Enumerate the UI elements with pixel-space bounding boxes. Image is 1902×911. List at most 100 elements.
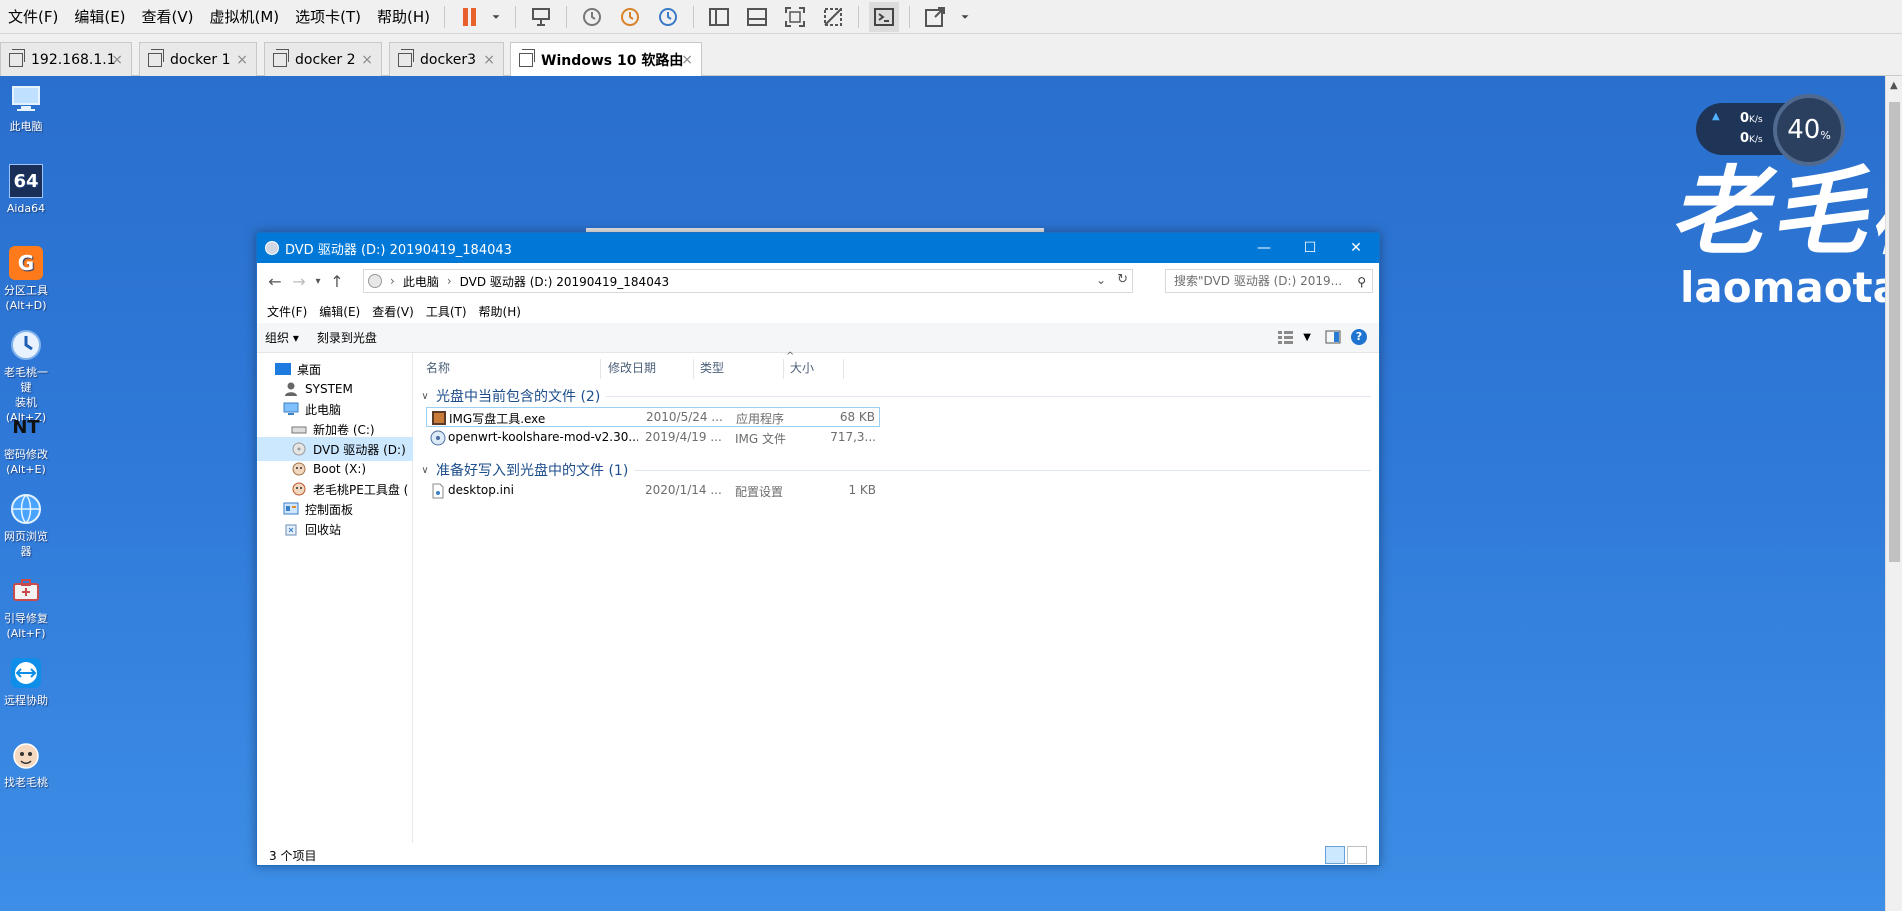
address-bar[interactable]: › 此电脑 › DVD 驱动器 (D:) 20190419_184043 ⌄ ↻ <box>363 269 1133 293</box>
column-name[interactable]: 名称 <box>422 359 601 379</box>
vertical-scrollbar[interactable]: ▲ <box>1885 76 1902 911</box>
menu-tools[interactable]: 工具(T) <box>420 303 473 320</box>
organize-button[interactable]: 组织 ▾ <box>265 329 299 346</box>
column-type[interactable]: 类型 <box>696 359 784 379</box>
nav-label: 此电脑 <box>305 402 342 417</box>
command-bar: 组织 ▾ 刻录到光盘 ▼ ? <box>257 323 1379 353</box>
large-icons-view-button[interactable] <box>1347 846 1367 864</box>
chevron-down-icon[interactable]: ▼ <box>1303 332 1311 343</box>
menu-tabs[interactable]: 选项卡(T) <box>287 0 369 34</box>
menu-edit[interactable]: 编辑(E) <box>66 0 133 34</box>
collapse-chevron-icon[interactable]: ∨ <box>418 465 432 476</box>
aida64-glyph: 64 <box>13 170 39 192</box>
menu-file[interactable]: 文件(F) <box>0 0 66 34</box>
group-header-current-files[interactable]: ∨ 光盘中当前包含的文件 (2) <box>414 385 1379 407</box>
tab-label: docker 1 <box>170 51 231 68</box>
fullscreen-icon[interactable] <box>780 2 810 32</box>
group-header-pending-files[interactable]: ∨ 准备好写入到光盘中的文件 (1) <box>414 459 1379 481</box>
view-options-icon[interactable] <box>1277 330 1295 344</box>
desktop-icon-aida64[interactable]: 64 Aida64 <box>0 164 52 216</box>
tab-docker3[interactable]: docker3 × <box>389 42 504 76</box>
thumbnail-bar-icon[interactable] <box>742 2 772 32</box>
breadcrumb-dvd-drive[interactable]: DVD 驱动器 (D:) 20190419_184043 <box>460 273 669 290</box>
close-icon[interactable]: × <box>361 52 373 68</box>
collapse-chevron-icon[interactable]: ∨ <box>418 391 432 402</box>
close-icon[interactable]: × <box>483 52 495 68</box>
close-icon[interactable]: × <box>681 52 693 68</box>
chevron-down-icon[interactable] <box>958 2 972 32</box>
close-icon[interactable]: × <box>111 52 123 68</box>
scroll-up-icon[interactable]: ▲ <box>1890 80 1898 91</box>
tab-windows-10[interactable]: Windows 10 软路由 × <box>510 42 702 76</box>
laomaotao-logo: 老毛桃 laomaotao. <box>1670 162 1885 314</box>
close-button[interactable]: ✕ <box>1333 233 1379 263</box>
preview-pane-icon[interactable] <box>1325 330 1341 344</box>
console-icon[interactable] <box>869 1 900 32</box>
this-pc-icon <box>283 402 299 416</box>
up-arrow-icon[interactable]: ↑ <box>325 272 349 291</box>
menu-help[interactable]: 帮助(H) <box>369 0 438 34</box>
vm-icon <box>519 48 535 67</box>
file-row-openwrt-img[interactable]: openwrt-koolshare-mod-v2.30... 2019/4/19… <box>426 428 880 448</box>
menu-view[interactable]: 查看(V) <box>134 0 202 34</box>
tab-docker-1[interactable]: docker 1 × <box>139 42 257 76</box>
desktop-icon-this-pc[interactable]: 此电脑 <box>0 82 52 134</box>
desktop-icon-password-reset[interactable]: NT 密码修改 (Alt+E) <box>0 410 52 477</box>
revert-snapshot-icon[interactable] <box>615 2 645 32</box>
desktop-icon-boot-repair[interactable]: 引导修复 (Alt+F) <box>0 574 52 641</box>
menu-edit[interactable]: 编辑(E) <box>313 303 366 320</box>
menu-vm[interactable]: 虚拟机(M) <box>202 0 288 34</box>
search-placeholder: 搜索"DVD 驱动器 (D:) 2019... <box>1174 274 1343 288</box>
refresh-icon[interactable]: ↻ <box>1117 272 1128 287</box>
title-bar[interactable]: DVD 驱动器 (D:) 20190419_184043 — ☐ ✕ <box>257 233 1379 263</box>
back-arrow-icon[interactable]: ← <box>263 272 287 291</box>
tab-label: docker 2 <box>295 51 356 68</box>
burn-to-disc-button[interactable]: 刻录到光盘 <box>317 329 377 346</box>
address-dropdown-icon[interactable]: ⌄ <box>1096 273 1106 287</box>
close-icon[interactable]: × <box>236 52 248 68</box>
file-row-desktop-ini[interactable]: desktop.ini 2020/1/14 ... 配置设置 1 KB <box>426 481 880 501</box>
menu-view[interactable]: 查看(V) <box>366 303 420 320</box>
breadcrumb-this-pc[interactable]: 此电脑 <box>403 273 439 290</box>
desktop-icon-label: 引导修复 (Alt+F) <box>4 612 48 640</box>
forward-arrow-icon[interactable]: → <box>287 272 311 291</box>
cpu-usage-gauge[interactable]: 40% <box>1773 94 1845 166</box>
nav-label: 回收站 <box>305 522 342 537</box>
password-reset-icon: NT <box>9 410 43 444</box>
chevron-down-icon[interactable] <box>489 2 503 32</box>
nav-label: 老毛桃PE工具盘 ( <box>313 482 409 497</box>
scrollbar-thumb[interactable] <box>1889 102 1900 562</box>
pause-icon[interactable] <box>455 2 485 32</box>
tab-192-168-1-1[interactable]: 192.168.1.1 × <box>0 42 132 76</box>
snapshot-manager-icon[interactable] <box>653 2 683 32</box>
search-input[interactable]: 搜索"DVD 驱动器 (D:) 2019... ⚲ <box>1165 269 1373 293</box>
file-row-img-tool[interactable]: IMG写盘工具.exe 2010/5/24 ... 应用程序 68 KB <box>426 407 880 427</box>
menu-help[interactable]: 帮助(H) <box>473 303 527 320</box>
address-row: ← → ▾ ↑ › 此电脑 › DVD 驱动器 (D:) 20190419_18… <box>257 263 1379 299</box>
snapshot-icon[interactable] <box>577 2 607 32</box>
file-name: IMG写盘工具.exe <box>449 412 546 426</box>
recent-locations-chevron-icon[interactable]: ▾ <box>311 276 325 287</box>
user-folder-icon <box>283 382 299 396</box>
tab-docker-2[interactable]: docker 2 × <box>264 42 382 76</box>
stretch-icon[interactable] <box>920 2 950 32</box>
minimize-button[interactable]: — <box>1241 233 1287 263</box>
search-icon[interactable]: ⚲ <box>1357 271 1366 292</box>
column-size[interactable]: 大小 <box>786 359 844 379</box>
maximize-button[interactable]: ☐ <box>1287 233 1333 263</box>
unity-icon[interactable] <box>818 2 848 32</box>
file-size: 1 KB <box>848 483 876 497</box>
menu-file[interactable]: 文件(F) <box>261 303 313 320</box>
desktop-icon-web-browser[interactable]: 网页浏览器 <box>0 492 52 559</box>
desktop-icon-partition-tool[interactable]: G 分区工具 (Alt+D) <box>0 246 52 313</box>
desktop-icon-find-laomaotao[interactable]: 找老毛桃 <box>0 738 52 790</box>
password-glyph: NT <box>12 416 40 438</box>
sidebar-icon[interactable] <box>704 2 734 32</box>
column-date-modified[interactable]: 修改日期 <box>604 359 694 379</box>
help-icon[interactable]: ? <box>1351 329 1367 345</box>
desktop-icon-remote-assist[interactable]: 远程协助 <box>0 656 52 708</box>
details-view-button[interactable] <box>1325 846 1345 864</box>
nav-item-recycle-bin[interactable]: 回收站 <box>257 517 413 541</box>
send-keys-icon[interactable] <box>526 2 556 32</box>
group-label: 准备好写入到光盘中的文件 (1) <box>436 463 629 479</box>
